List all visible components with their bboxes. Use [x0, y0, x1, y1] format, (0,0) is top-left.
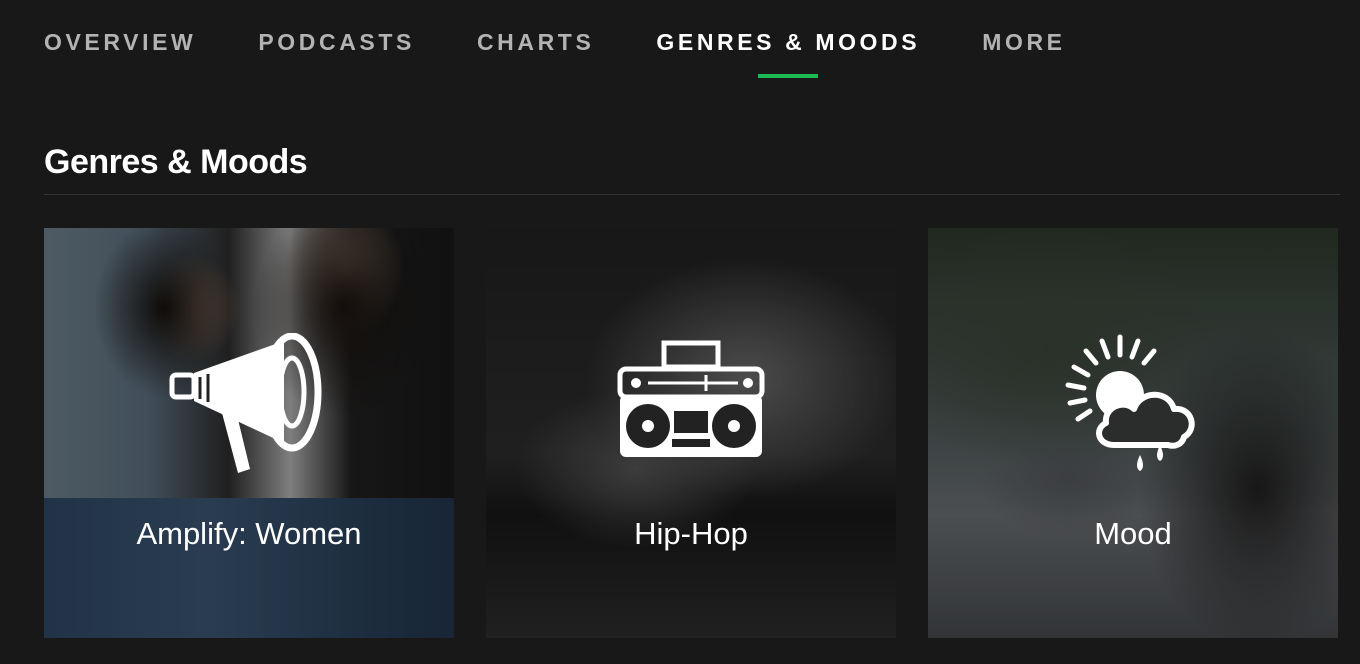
tab-label: PODCASTS	[258, 29, 415, 55]
tab-charts[interactable]: CHARTS	[477, 26, 594, 78]
tab-label: MORE	[982, 29, 1066, 55]
tab-active-indicator	[758, 74, 819, 78]
section-divider	[44, 194, 1340, 195]
megaphone-icon	[169, 333, 322, 473]
tab-genres-moods[interactable]: GENRES & MOODS	[656, 26, 920, 78]
tab-overview[interactable]: OVERVIEW	[44, 26, 196, 78]
tab-podcasts[interactable]: PODCASTS	[258, 26, 415, 78]
browse-nav: OVERVIEW PODCASTS CHARTS GENRES & MOODS …	[44, 26, 1066, 82]
section-title: Genres & Moods	[44, 143, 308, 181]
genre-card-amplify-women[interactable]: Amplify: Women	[44, 228, 454, 638]
boombox-icon	[617, 340, 765, 457]
card-title: Amplify: Women	[136, 516, 362, 551]
tab-more[interactable]: MORE	[982, 26, 1065, 78]
card-title: Hip-Hop	[634, 516, 748, 551]
sun-cloud-rain-icon	[1065, 334, 1195, 471]
genre-card-mood[interactable]: Mood	[928, 228, 1338, 638]
tab-label: GENRES & MOODS	[656, 29, 921, 55]
genre-card-grid: Amplify: Women Hip-Hop Mood	[44, 228, 1338, 638]
genre-card-hip-hop[interactable]: Hip-Hop	[486, 228, 896, 638]
tab-label: OVERVIEW	[44, 29, 197, 55]
browse-page: OVERVIEW PODCASTS CHARTS GENRES & MOODS …	[0, 0, 1360, 664]
tab-label: CHARTS	[476, 29, 595, 55]
card-title: Mood	[1094, 516, 1172, 551]
